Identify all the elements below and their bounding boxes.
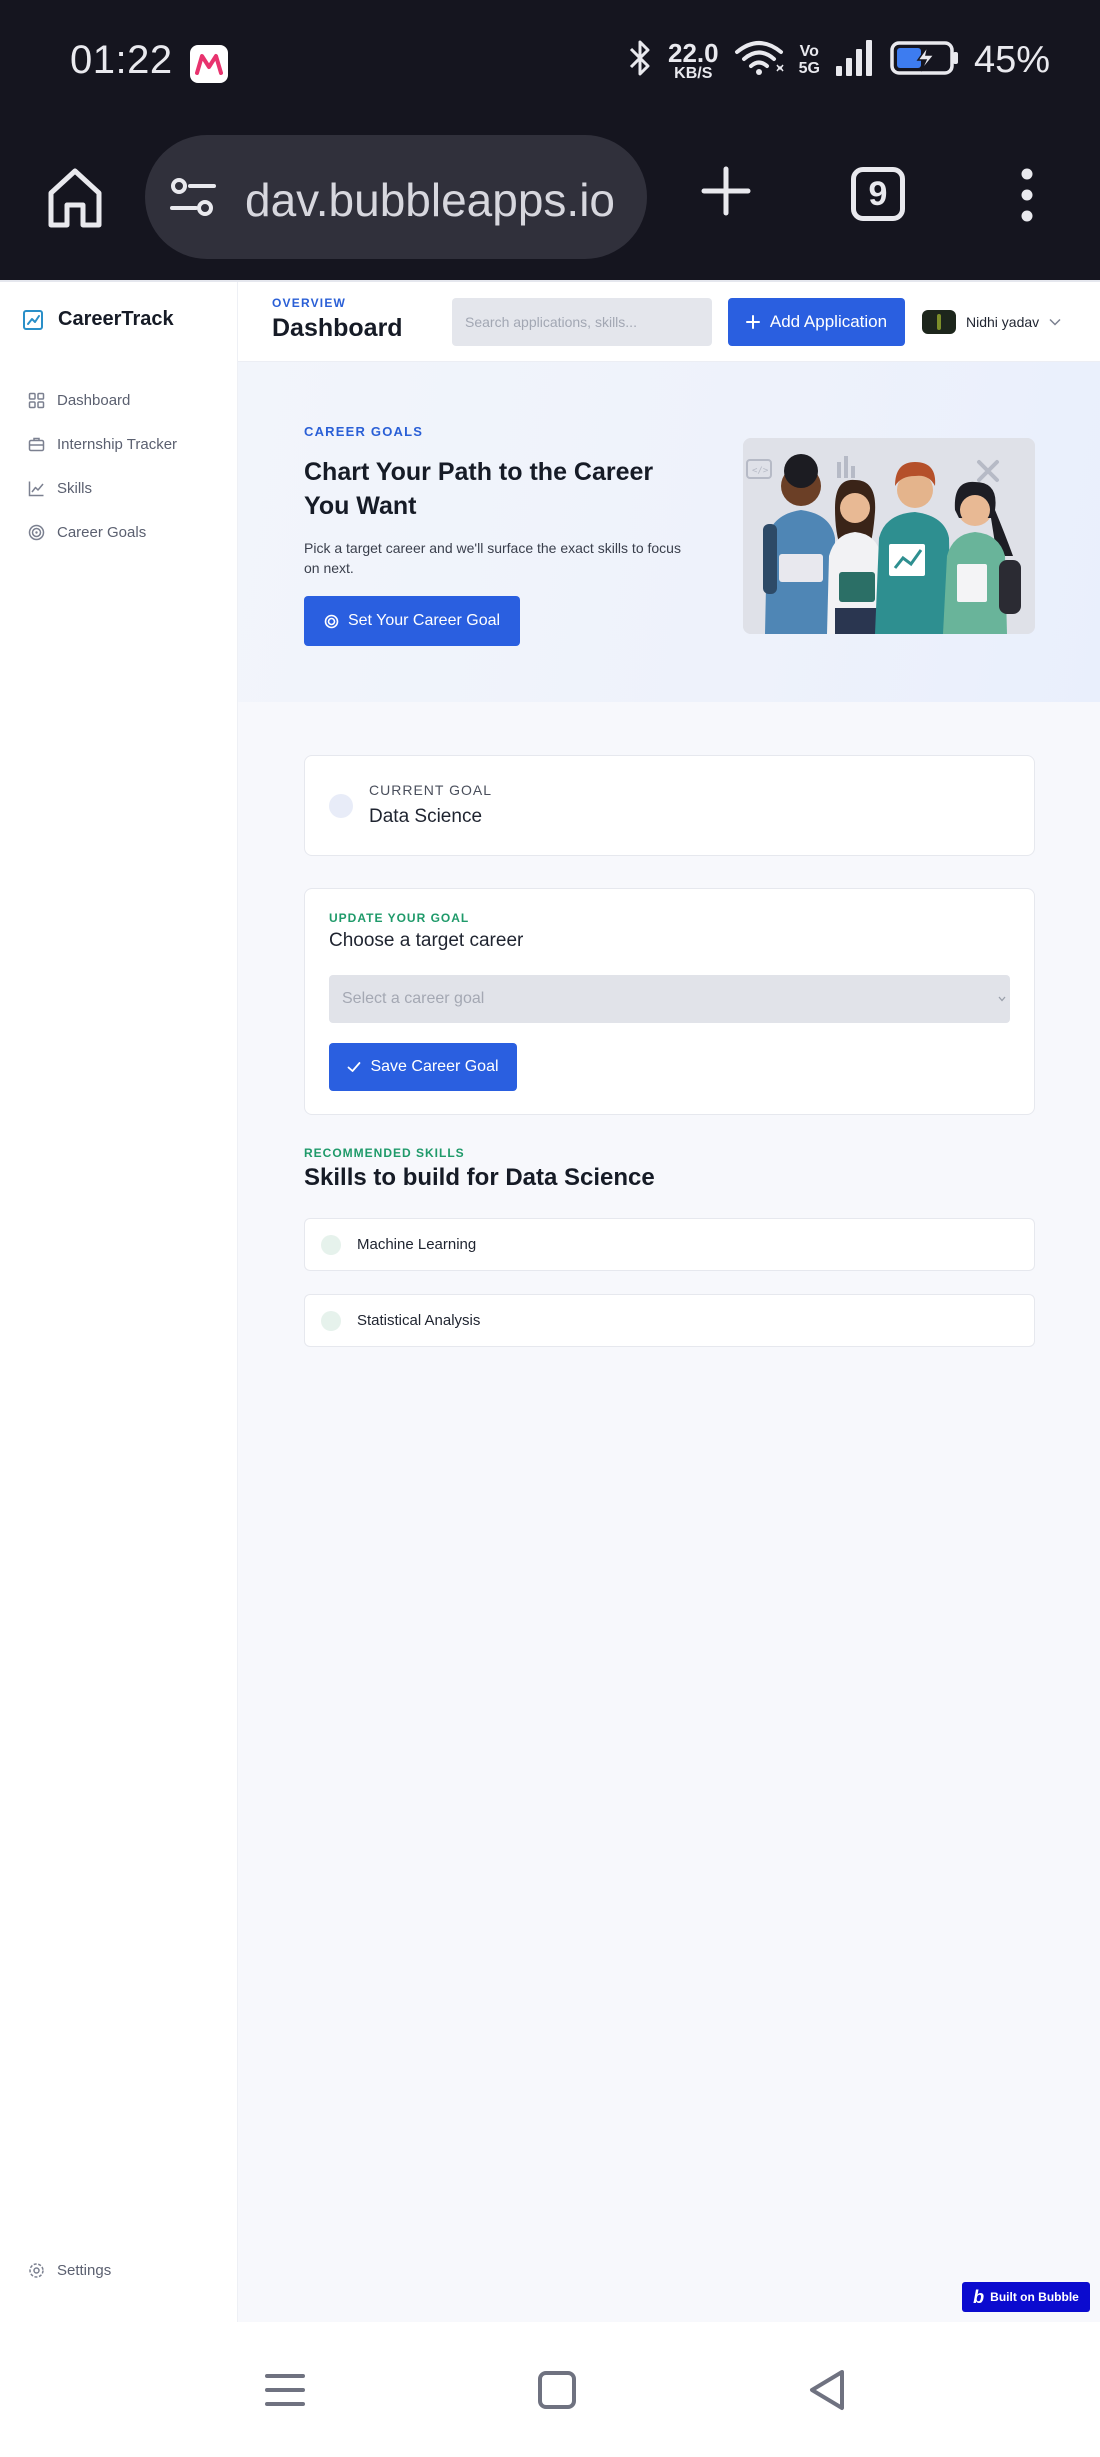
battery-percent: 45% xyxy=(973,39,1050,81)
recent-apps-icon[interactable] xyxy=(265,2372,305,2408)
sidebar-item-dashboard[interactable]: Dashboard xyxy=(28,378,177,422)
url-text: dav.bubbleapps.io xyxy=(245,174,615,226)
sidebar-item-label: Career Goals xyxy=(57,523,147,541)
skill-name: Machine Learning xyxy=(357,1236,477,1253)
plus-icon xyxy=(745,315,760,329)
sidebar-nav: Dashboard Internship Tracker Skills Care… xyxy=(28,378,177,554)
save-career-goal-button[interactable]: Save Career Goal xyxy=(329,1043,517,1091)
network-speed: 22.0 KB/S xyxy=(668,40,719,82)
update-goal-title: Choose a target career xyxy=(329,930,524,951)
bubble-logo-icon: b xyxy=(973,2286,985,2307)
wifi-icon xyxy=(733,39,785,82)
set-career-goal-button[interactable]: Set Your Career Goal xyxy=(304,596,520,646)
update-goal-eyebrow: UPDATE YOUR GOAL xyxy=(329,911,470,925)
network-speed-unit: KB/S xyxy=(674,64,713,82)
myntra-app-icon xyxy=(190,45,228,83)
svg-text:</>: </> xyxy=(752,466,769,476)
sidebar-item-label: Skills xyxy=(57,479,93,497)
android-nav-bar xyxy=(0,2322,1100,2457)
home-icon[interactable] xyxy=(538,2371,576,2409)
sidebar-item-career-goals[interactable]: Career Goals xyxy=(28,510,177,554)
back-icon[interactable] xyxy=(806,2368,850,2412)
sidebar-item-skills[interactable]: Skills xyxy=(28,466,177,510)
volte-line-1: Vo xyxy=(799,42,819,60)
battery-charging-icon xyxy=(890,39,960,82)
check-icon xyxy=(348,1062,361,1072)
sidebar-item-settings[interactable]: Settings xyxy=(28,2262,111,2279)
students-illustration: </> xyxy=(743,438,1035,634)
brand-name: CareerTrack xyxy=(58,308,174,330)
user-menu[interactable]: Nidhi yadav xyxy=(922,310,1061,334)
list-item[interactable]: Statistical Analysis xyxy=(304,1294,1035,1347)
career-goal-select-placeholder: Select a career goal xyxy=(342,990,485,1007)
chart-line-icon xyxy=(28,481,44,496)
search-input[interactable] xyxy=(452,298,712,346)
skill-status-dot xyxy=(321,1310,341,1331)
recommended-title: Skills to build for Data Science xyxy=(304,1164,655,1191)
volte-line-2: 5G xyxy=(798,59,820,77)
add-application-label: Add Application xyxy=(769,312,888,331)
network-speed-value: 22.0 xyxy=(667,37,719,68)
sidebar: CareerTrack Dashboard Internship Tracker… xyxy=(0,282,238,2324)
skill-status-dot xyxy=(321,1234,341,1255)
brand[interactable]: CareerTrack xyxy=(22,308,174,331)
browser-home-icon[interactable] xyxy=(45,165,105,230)
career-goal-select[interactable]: Select a career goal xyxy=(329,975,1010,1023)
site-settings-icon[interactable] xyxy=(170,177,216,217)
brand-chart-icon xyxy=(23,309,43,330)
current-goal-card: CURRENT GOAL Data Science xyxy=(304,755,1035,856)
bluetooth-icon xyxy=(626,38,654,83)
built-on-bubble-badge[interactable]: b Built on Bubble xyxy=(962,2282,1090,2312)
add-application-button[interactable]: Add Application xyxy=(728,298,905,346)
web-app: CareerTrack Dashboard Internship Tracker… xyxy=(0,280,1100,2324)
hero-title: Chart Your Path to the Career You Want xyxy=(304,458,654,520)
user-name: Nidhi yadav xyxy=(966,314,1040,330)
target-icon xyxy=(28,524,45,540)
hero-description: Pick a target career and we'll surface t… xyxy=(304,540,681,577)
top-bar: OVERVIEW Dashboard Add Application Nidhi… xyxy=(238,282,1100,362)
signal-icon xyxy=(834,38,876,83)
page-eyebrow: OVERVIEW xyxy=(272,296,347,310)
built-on-bubble-label: Built on Bubble xyxy=(990,2290,1079,2304)
list-item[interactable]: Machine Learning xyxy=(304,1218,1035,1271)
settings-label: Settings xyxy=(57,2262,112,2279)
gear-icon xyxy=(29,2263,44,2278)
briefcase-icon xyxy=(28,437,45,451)
android-status-bar: 01:22 22.0 KB/S Vo 5G 45% xyxy=(0,0,1100,125)
new-tab-plus-icon[interactable] xyxy=(700,165,752,217)
grid-icon xyxy=(28,392,45,408)
current-goal-value: Data Science xyxy=(369,806,483,827)
page-title: Dashboard xyxy=(272,314,403,342)
sidebar-item-label: Dashboard xyxy=(57,391,131,409)
target-icon xyxy=(324,614,339,628)
browser-toolbar: dav.bubbleapps.io 9 xyxy=(0,125,1100,280)
set-career-goal-label: Set Your Career Goal xyxy=(347,612,501,629)
status-time: 01:22 xyxy=(70,38,173,82)
goal-indicator-dot xyxy=(329,794,353,818)
status-indicators: 22.0 KB/S Vo 5G 45% xyxy=(626,38,1050,83)
sidebar-item-label: Internship Tracker xyxy=(57,435,178,453)
hero-eyebrow: CAREER GOALS xyxy=(304,424,424,439)
current-goal-label: CURRENT GOAL xyxy=(369,782,492,798)
save-career-goal-label: Save Career Goal xyxy=(370,1058,499,1075)
volte-indicator: Vo 5G xyxy=(798,42,820,78)
address-bar[interactable]: dav.bubbleapps.io xyxy=(145,135,647,259)
skill-name: Statistical Analysis xyxy=(357,1312,481,1329)
main-content: OVERVIEW Dashboard Add Application Nidhi… xyxy=(238,282,1100,2324)
career-goals-hero: CAREER GOALS Chart Your Path to the Care… xyxy=(238,362,1100,702)
chevron-down-icon xyxy=(1049,318,1061,326)
more-options-icon[interactable] xyxy=(1014,167,1040,223)
chevron-down-icon xyxy=(998,996,1006,1002)
sidebar-item-internship-tracker[interactable]: Internship Tracker xyxy=(28,422,177,466)
update-goal-card: UPDATE YOUR GOAL Choose a target career … xyxy=(304,888,1035,1115)
recommended-eyebrow: RECOMMENDED SKILLS xyxy=(304,1146,465,1160)
tab-switcher-button[interactable]: 9 xyxy=(851,167,905,221)
avatar xyxy=(922,310,956,334)
